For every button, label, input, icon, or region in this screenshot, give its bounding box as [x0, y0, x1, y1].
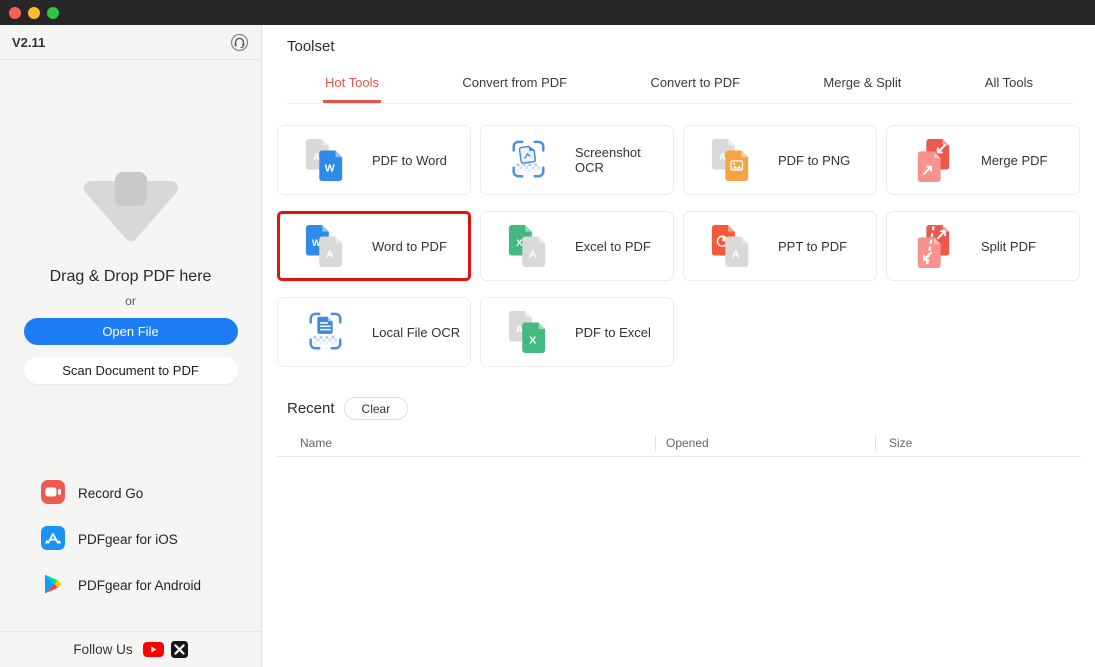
x-icon[interactable] — [171, 641, 188, 658]
svg-text:X: X — [529, 334, 536, 346]
tool-card-label: Local File OCR — [372, 325, 460, 340]
zoom-window-button[interactable] — [47, 7, 59, 19]
dropzone-title: Drag & Drop PDF here — [0, 268, 261, 286]
tool-card-label: Screenshot OCR — [575, 145, 673, 175]
sidebar-links: Record Go PDFgear for iOS PDFgear for Andr… — [0, 481, 261, 619]
tool-card-local-file-ocr[interactable]: Local File OCR — [277, 297, 471, 367]
google-play-icon — [41, 572, 65, 599]
follow-us-label: Follow Us — [73, 642, 132, 657]
titlebar — [0, 0, 1095, 25]
svg-text:A: A — [326, 248, 334, 260]
youtube-icon[interactable] — [143, 642, 164, 657]
tool-card-label: PPT to PDF — [778, 239, 847, 254]
word-to-pdf-icon: W A — [304, 223, 346, 269]
record-go-icon — [41, 480, 65, 507]
tool-card-merge-pdf[interactable]: Merge PDF — [886, 125, 1080, 195]
page-title: Toolset — [287, 38, 1081, 55]
recent-column-name: Name — [277, 435, 655, 451]
tool-card-label: Split PDF — [981, 239, 1036, 254]
svg-text:A: A — [719, 152, 726, 163]
tool-card-label: PDF to Word — [372, 153, 447, 168]
pdf-to-png-icon: A — [710, 137, 752, 183]
sidebar-header: V2.11 — [0, 25, 261, 60]
local-file-ocr-icon — [304, 309, 346, 355]
open-file-button[interactable]: Open File — [24, 318, 238, 345]
svg-text:A: A — [313, 152, 320, 163]
recent-table-header: NameOpenedSize — [277, 430, 1081, 457]
tool-card-label: Merge PDF — [981, 153, 1047, 168]
tab-convert-from-pdf[interactable]: Convert from PDF — [460, 67, 569, 103]
tool-card-word-to-pdf[interactable]: W A Word to PDF — [277, 211, 471, 281]
sidebar-link-pdfgear-for-android[interactable]: PDFgear for Android — [0, 573, 261, 597]
sidebar-link-pdfgear-for-ios[interactable]: PDFgear for iOS — [0, 527, 261, 551]
tools-grid: A W PDF to Word Screenshot OCR A PDF to PN… — [277, 125, 1081, 367]
tool-card-label: Word to PDF — [372, 239, 447, 254]
excel-to-pdf-icon: X A — [507, 223, 549, 269]
app-version: V2.11 — [12, 35, 45, 50]
download-arrow-icon — [0, 172, 261, 242]
pdf-to-excel-icon: A X — [507, 309, 549, 355]
sidebar-link-label: PDFgear for Android — [78, 578, 201, 593]
recent-title: Recent — [287, 400, 335, 417]
svg-text:X: X — [516, 238, 523, 249]
recent-table-empty-area — [277, 457, 1081, 637]
scan-document-button[interactable]: Scan Document to PDF — [24, 357, 238, 384]
sidebar-link-record-go[interactable]: Record Go — [0, 481, 261, 505]
recent-column-size: Size — [875, 435, 1081, 451]
app-store-icon — [41, 526, 65, 553]
tool-card-label: PDF to PNG — [778, 153, 850, 168]
main-content: Toolset Hot Tools Convert from PDF Convert… — [262, 25, 1095, 667]
tool-card-label: PDF to Excel — [575, 325, 651, 340]
clear-recent-button[interactable]: Clear — [344, 397, 409, 420]
tool-card-pdf-to-excel[interactable]: A X PDF to Excel — [480, 297, 674, 367]
tool-card-pdf-to-png[interactable]: A PDF to PNG — [683, 125, 877, 195]
svg-text:A: A — [732, 248, 740, 260]
merge-pdf-icon — [913, 137, 955, 183]
minimize-window-button[interactable] — [28, 7, 40, 19]
ppt-to-pdf-icon: A — [710, 223, 752, 269]
tool-card-ppt-to-pdf[interactable]: A PPT to PDF — [683, 211, 877, 281]
tool-card-label: Excel to PDF — [575, 239, 651, 254]
tabs-bar: Hot Tools Convert from PDF Convert to PDF M… — [287, 67, 1073, 104]
recent-section-header: Recent Clear — [287, 397, 1081, 420]
svg-text:A: A — [529, 248, 537, 260]
svg-text:W: W — [325, 162, 335, 174]
tab-convert-to-pdf[interactable]: Convert to PDF — [648, 67, 742, 103]
sidebar: V2.11 Drag & Drop PDF here or — [0, 25, 262, 667]
pdf-dropzone[interactable]: Drag & Drop PDF here or Open File Scan D… — [0, 60, 261, 384]
tool-card-screenshot-ocr[interactable]: Screenshot OCR — [480, 125, 674, 195]
split-pdf-icon — [913, 223, 955, 269]
screenshot-ocr-icon — [507, 137, 549, 183]
tool-card-split-pdf[interactable]: Split PDF — [886, 211, 1080, 281]
tool-card-pdf-to-word[interactable]: A W PDF to Word — [277, 125, 471, 195]
tab-all-tools[interactable]: All Tools — [983, 67, 1035, 103]
close-window-button[interactable] — [9, 7, 21, 19]
tool-card-excel-to-pdf[interactable]: X A Excel to PDF — [480, 211, 674, 281]
tab-merge-split[interactable]: Merge & Split — [821, 67, 903, 103]
sidebar-link-label: Record Go — [78, 486, 143, 501]
pdf-to-word-icon: A W — [304, 137, 346, 183]
headset-support-icon[interactable] — [230, 33, 249, 52]
sidebar-link-label: PDFgear for iOS — [78, 532, 178, 547]
tab-hot-tools[interactable]: Hot Tools — [323, 67, 381, 103]
recent-column-opened: Opened — [655, 435, 875, 451]
dropzone-or-label: or — [0, 294, 261, 308]
svg-text:A: A — [516, 324, 523, 335]
sidebar-footer: Follow Us — [0, 631, 261, 667]
